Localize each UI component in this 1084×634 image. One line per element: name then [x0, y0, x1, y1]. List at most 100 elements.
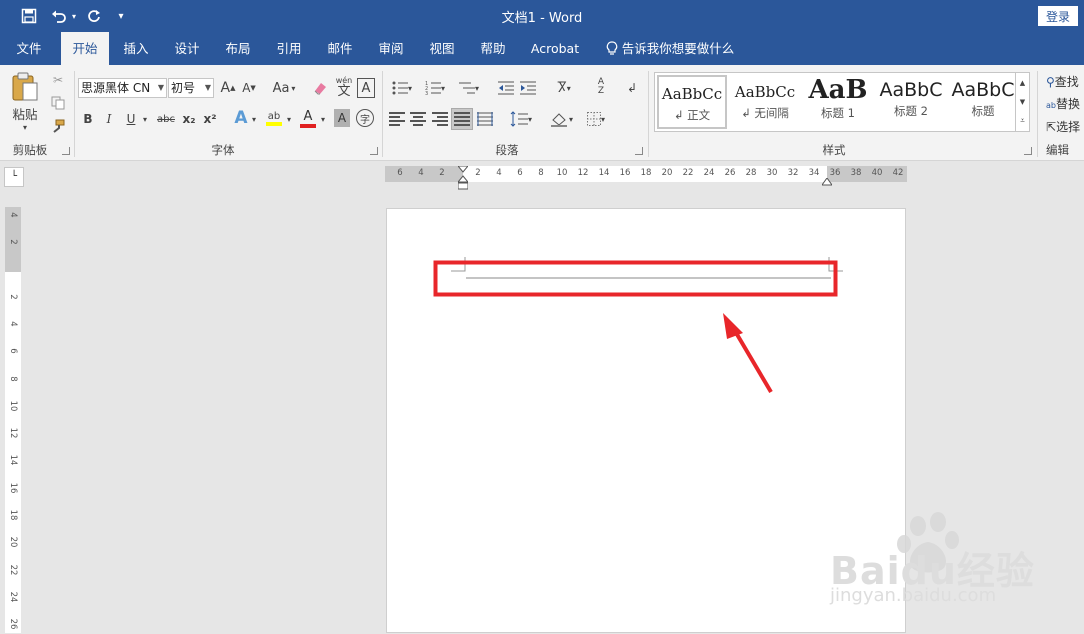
ruler-tick-label: 6 [397, 168, 403, 178]
ruler-tick-label: 28 [745, 168, 757, 178]
tab-layout[interactable]: 布局 [216, 32, 260, 65]
select-button[interactable]: ⇱选择 [1046, 118, 1080, 135]
bullets-icon[interactable]: ▾ [388, 78, 416, 98]
style-preview: AaB [808, 75, 868, 105]
horizontal-ruler[interactable]: 6 4 2 2 4 6 8 10 12 14 16 18 20 22 24 26 28 30 32 34 36 38 40 4… [385, 165, 907, 190]
style-no-spacing[interactable]: AaBbCc ↲ 无间隔 [730, 75, 800, 129]
justify-button[interactable] [451, 108, 473, 130]
text-effects-dropdown-icon[interactable]: ▾ [250, 109, 258, 129]
tab-mailings[interactable]: 邮件 [318, 32, 362, 65]
style-heading-2[interactable]: AaBbC 标题 2 [876, 75, 946, 129]
editing-group: ⚲查找 ab替换 ⇱选择 编辑 [1040, 65, 1084, 161]
group-separator [74, 71, 75, 157]
style-normal[interactable]: AaBbCc ↲ 正文 [657, 75, 727, 129]
font-name-combo[interactable]: 思源黑体 CN ▼ [78, 78, 167, 98]
sort-icon[interactable]: AZ [591, 76, 611, 98]
clear-formatting-icon[interactable] [310, 78, 330, 98]
increase-indent-icon[interactable] [518, 78, 538, 98]
clipboard-launcher-icon[interactable] [62, 147, 70, 155]
align-left-icon[interactable] [389, 112, 405, 126]
tab-insert[interactable]: 插入 [114, 32, 158, 65]
font-size-combo[interactable]: 初号 ▼ [168, 78, 214, 98]
borders-icon[interactable]: ▾ [582, 109, 610, 129]
character-border-icon[interactable]: A [357, 78, 375, 98]
tab-references[interactable]: 引用 [267, 32, 311, 65]
styles-scroll-down-icon[interactable]: ▼ [1015, 92, 1029, 111]
vertical-ruler[interactable]: 4 2 2 4 6 8 10 12 14 16 18 20 22 24 26 [5, 207, 21, 633]
italic-button[interactable]: I [101, 109, 117, 129]
styles-more-icon[interactable]: ⩡ [1015, 111, 1029, 131]
change-case-label: Aa [272, 80, 290, 96]
highlight-icon[interactable]: ab [264, 107, 284, 129]
show-paragraph-marks-icon[interactable]: ↲ [623, 78, 641, 98]
ruler-tick-label: 10 [8, 400, 18, 412]
ruler-tick-label: 4 [8, 212, 18, 218]
shrink-font-button[interactable]: A ▼ [240, 78, 258, 98]
chinese-layout-icon[interactable]: Ⴟ ▾ [550, 78, 578, 98]
font-launcher-icon[interactable] [370, 147, 378, 155]
shading-icon[interactable]: ▾ [548, 109, 576, 129]
superscript-button[interactable]: x² [201, 109, 219, 129]
copy-icon[interactable] [49, 94, 67, 112]
login-button[interactable]: 登录 [1038, 6, 1078, 26]
font-color-icon[interactable]: A [298, 107, 318, 129]
indent-marker[interactable] [456, 165, 470, 190]
font-size-value: 初号 [171, 81, 196, 95]
style-name: 标题 [971, 104, 995, 118]
multilevel-list-icon[interactable]: ▾ [455, 78, 483, 98]
decrease-indent-icon[interactable] [496, 78, 516, 98]
grow-font-label: A [220, 80, 231, 96]
ruler-tick-label: 2 [439, 168, 445, 178]
ruler-tick-label: 14 [598, 168, 610, 178]
replace-label: 替换 [1055, 97, 1080, 111]
tab-selector[interactable]: └ [4, 167, 24, 187]
style-heading-1[interactable]: AaB 标题 1 [803, 75, 873, 129]
ruler-tick-label: 24 [8, 591, 18, 603]
style-preview: AaBbC [879, 79, 943, 101]
paste-label: 粘贴 [12, 107, 38, 122]
highlight-dropdown-icon[interactable]: ▾ [285, 109, 293, 129]
ruler-tick-label: 20 [661, 168, 673, 178]
cut-icon[interactable]: ✂ [49, 71, 67, 89]
tab-home[interactable]: 开始 [61, 32, 109, 65]
ruler-tick-label: 12 [577, 168, 589, 178]
paragraph-launcher-icon[interactable] [635, 147, 643, 155]
numbering-icon[interactable]: 1 2 3 ▾ [421, 78, 449, 98]
text-effects-icon[interactable]: A [232, 107, 250, 129]
ruler-tick-label: 26 [8, 618, 18, 630]
style-title[interactable]: AaBbC 标题 [948, 75, 1018, 129]
line-spacing-icon[interactable]: ▾ [506, 109, 536, 129]
replace-icon: ab [1046, 101, 1056, 110]
align-right-icon[interactable] [432, 112, 448, 126]
align-center-icon[interactable] [410, 112, 426, 126]
bold-button[interactable]: B [80, 109, 96, 129]
format-painter-icon[interactable] [49, 117, 67, 135]
distributed-icon[interactable] [476, 109, 494, 129]
group-separator [1037, 71, 1038, 157]
change-case-button[interactable]: Aa ▾ [268, 78, 300, 98]
styles-scroll-up-icon[interactable]: ▲ [1015, 73, 1029, 92]
tab-acrobat[interactable]: Acrobat [524, 32, 586, 65]
ruler-tick-label: 18 [640, 168, 652, 178]
subscript-button[interactable]: x₂ [180, 109, 198, 129]
paste-button[interactable]: 粘贴 ▾ [6, 71, 44, 137]
font-color-dropdown-icon[interactable]: ▾ [319, 109, 327, 129]
strikethrough-button[interactable]: abc [155, 109, 177, 129]
tab-design[interactable]: 设计 [165, 32, 209, 65]
group-separator [382, 71, 383, 157]
enclose-characters-icon[interactable]: 字 [356, 109, 374, 127]
find-button[interactable]: ⚲查找 [1046, 73, 1079, 90]
phonetic-guide-button[interactable]: wén 文 [333, 74, 355, 100]
grow-font-button[interactable]: A ▲ [219, 78, 237, 98]
character-shading-icon[interactable]: A [334, 109, 350, 127]
underline-button[interactable]: U [123, 109, 139, 129]
tab-help[interactable]: 帮助 [471, 32, 515, 65]
tab-review[interactable]: 审阅 [369, 32, 413, 65]
ruler-tick-label: 32 [787, 168, 799, 178]
underline-dropdown-icon[interactable]: ▾ [141, 109, 149, 129]
styles-launcher-icon[interactable] [1024, 147, 1032, 155]
replace-button[interactable]: ab替换 [1046, 95, 1080, 112]
tab-view[interactable]: 视图 [420, 32, 464, 65]
tell-me-box[interactable]: 告诉我你想要做什么 [600, 32, 740, 65]
tab-file[interactable]: 文件 [6, 32, 52, 65]
